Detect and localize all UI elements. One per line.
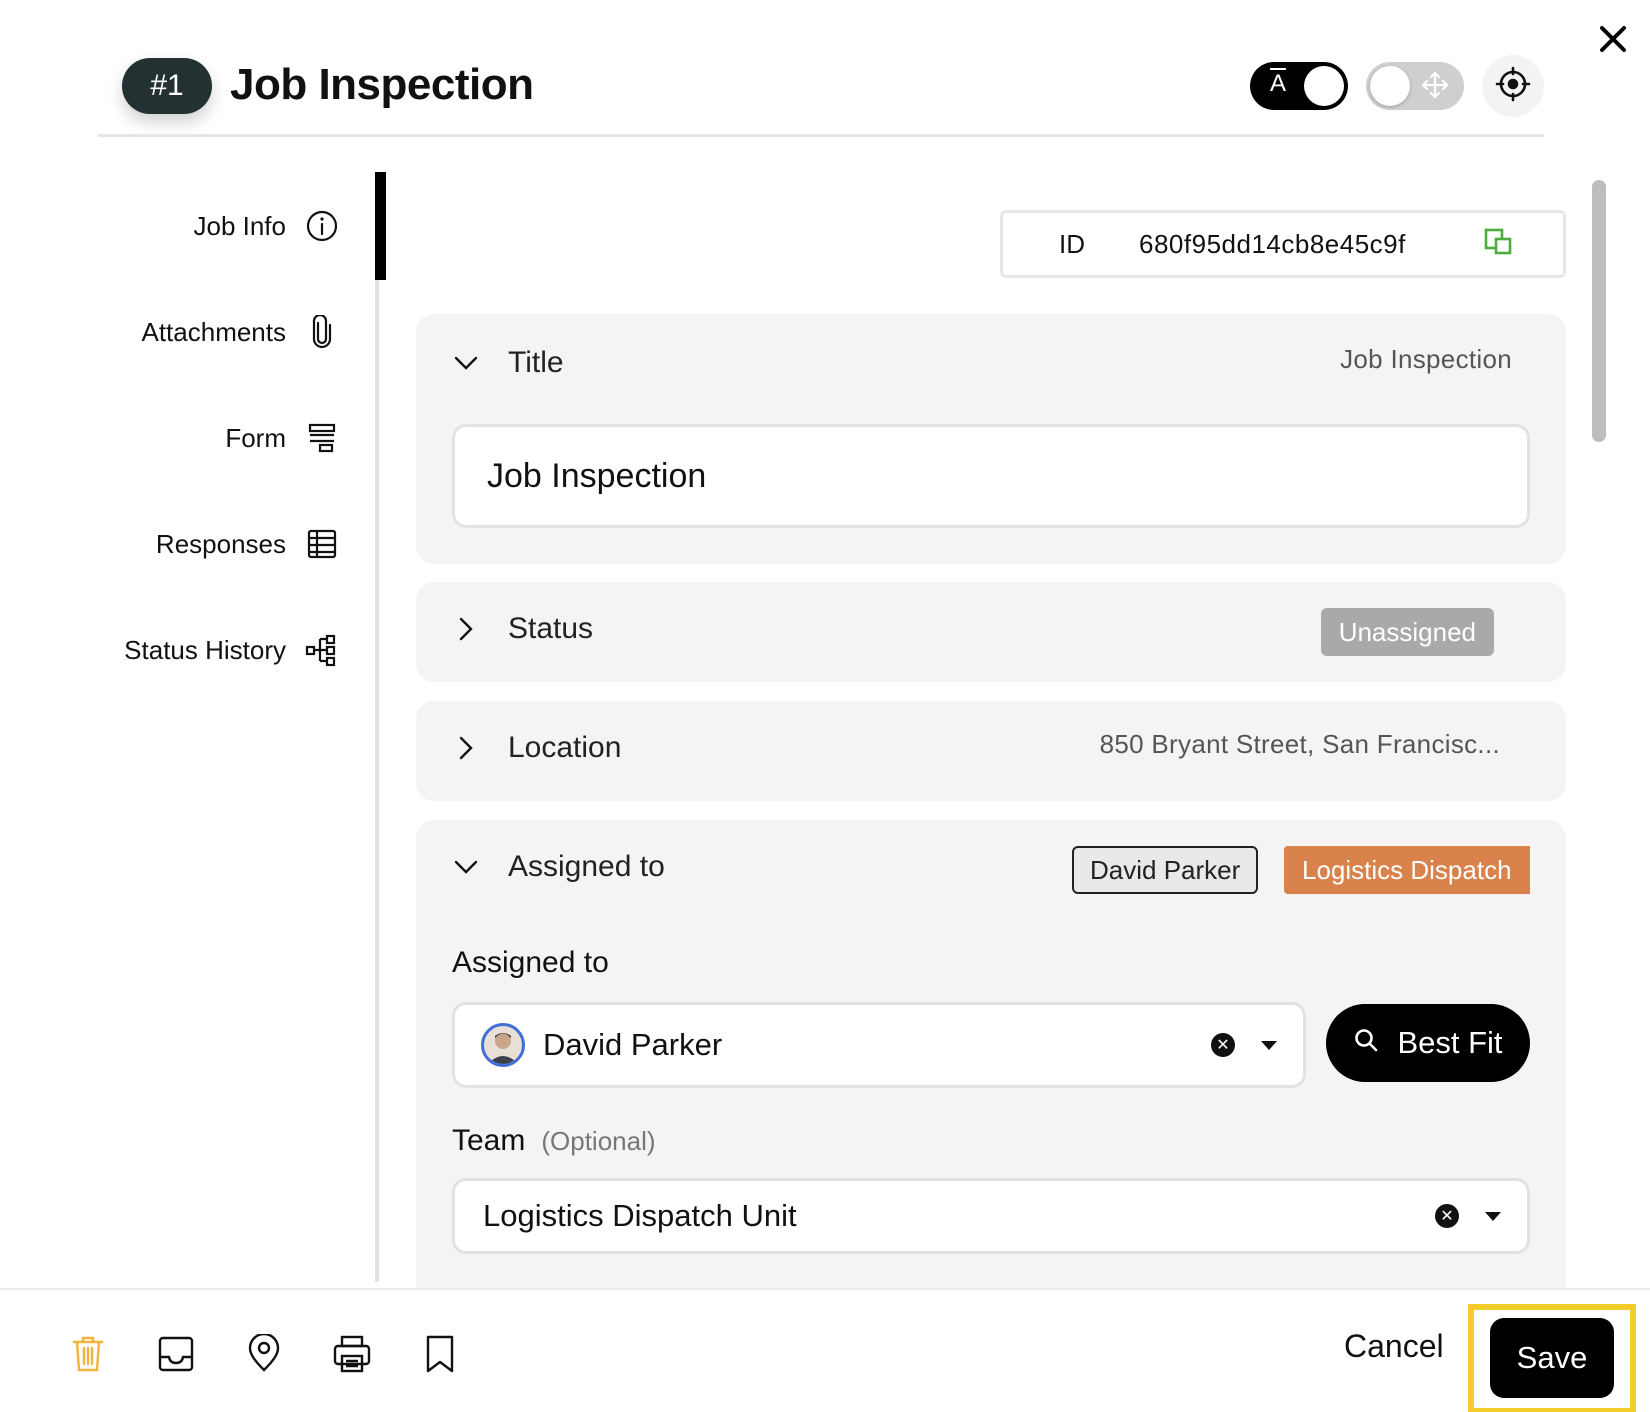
assignee-value: David Parker	[543, 1027, 723, 1062]
title-section: Title Job Inspection Job Inspection	[416, 314, 1566, 564]
cancel-button[interactable]: Cancel	[1344, 1328, 1444, 1365]
sidebar-active-indicator	[375, 172, 386, 280]
section-heading: Assigned to	[508, 850, 665, 883]
hierarchy-icon	[304, 632, 340, 668]
move-icon	[1420, 70, 1450, 105]
location-section: Location 850 Bryant Street, San Francisc…	[416, 701, 1566, 801]
crosshair-icon	[1495, 66, 1531, 107]
bookmark-icon[interactable]	[420, 1334, 460, 1374]
status-section: Status Unassigned	[416, 582, 1566, 682]
title-input[interactable]: Job Inspection	[452, 424, 1530, 528]
sidebar-item-label: Status History	[124, 634, 286, 665]
sidebar-item-job-info[interactable]: Job Info	[193, 208, 340, 244]
chevron-right-icon	[452, 734, 480, 762]
sidebar-item-form[interactable]: Form	[225, 420, 340, 456]
title-section-header[interactable]: Title	[452, 346, 564, 380]
location-summary: 850 Bryant Street, San Francisc...	[1099, 729, 1500, 759]
team-field-label: Team (Optional)	[452, 1124, 656, 1158]
header-divider	[98, 134, 1544, 137]
title-summary: Job Inspection	[1340, 344, 1512, 374]
toggle-knob	[1304, 66, 1344, 106]
sidebar-item-label: Form	[225, 422, 286, 453]
form-icon	[304, 420, 340, 456]
location-pin-icon[interactable]	[244, 1334, 284, 1374]
save-button[interactable]: Save	[1490, 1318, 1614, 1398]
optional-hint: (Optional)	[541, 1126, 656, 1156]
best-fit-label: Best Fit	[1397, 1025, 1503, 1060]
scrollbar[interactable]	[1592, 180, 1606, 442]
assignee-label-text: Assigned to	[452, 946, 609, 979]
sidebar-item-status-history[interactable]: Status History	[124, 632, 340, 668]
section-heading: Title	[508, 346, 564, 379]
sidebar-item-label: Responses	[155, 528, 286, 559]
chevron-right-icon	[452, 615, 480, 643]
team-tag: Logistics Dispatch	[1284, 846, 1530, 894]
text-mode-toggle[interactable]: A	[1250, 62, 1348, 110]
table-icon	[304, 526, 340, 562]
section-heading: Status	[508, 612, 594, 645]
paperclip-icon	[304, 314, 340, 350]
copy-icon[interactable]	[1483, 227, 1515, 266]
best-fit-button[interactable]: Best Fit	[1326, 1004, 1530, 1082]
page-title: Job Inspection	[230, 60, 534, 109]
chevron-down-icon	[452, 853, 480, 881]
caret-down-icon[interactable]	[1261, 1040, 1277, 1050]
id-label: ID	[1059, 228, 1085, 259]
clear-icon[interactable]: ✕	[1435, 1204, 1459, 1228]
footer-toolbar: Cancel Save	[0, 1288, 1650, 1412]
trash-icon[interactable]	[68, 1334, 108, 1374]
id-field: ID 680f95dd14cb8e45c9f	[1000, 210, 1566, 278]
status-badge: Unassigned	[1320, 608, 1494, 656]
section-heading: Location	[508, 731, 622, 764]
move-mode-toggle[interactable]	[1366, 62, 1464, 110]
info-icon	[304, 208, 340, 244]
toggle-knob	[1370, 66, 1410, 106]
avatar	[481, 1023, 525, 1067]
assigned-section-header[interactable]: Assigned to	[452, 850, 665, 884]
sidebar-item-label: Attachments	[141, 316, 286, 347]
locate-button[interactable]	[1482, 55, 1544, 117]
assignee-field-label: Assigned to	[452, 946, 609, 980]
id-value: 680f95dd14cb8e45c9f	[1139, 228, 1406, 259]
search-icon	[1353, 1025, 1379, 1061]
team-label-text: Team	[452, 1124, 526, 1157]
clear-icon[interactable]: ✕	[1211, 1033, 1235, 1057]
assigned-section: Assigned to David Parker Logistics Dispa…	[416, 820, 1566, 1300]
inbox-icon[interactable]	[156, 1334, 196, 1374]
chevron-down-icon	[452, 349, 480, 377]
assignee-tag: David Parker	[1072, 846, 1259, 894]
caret-down-icon[interactable]	[1485, 1211, 1501, 1221]
sidebar-item-label: Job Info	[193, 210, 286, 241]
sidebar-item-attachments[interactable]: Attachments	[141, 314, 340, 350]
assignee-select[interactable]: David Parker ✕	[452, 1002, 1306, 1088]
team-value: Logistics Dispatch Unit	[483, 1198, 797, 1233]
sidebar-item-responses[interactable]: Responses	[156, 526, 340, 562]
close-icon[interactable]	[1596, 22, 1630, 56]
job-number-badge: #1	[122, 58, 212, 114]
status-section-header[interactable]: Status	[452, 612, 593, 646]
printer-icon[interactable]	[332, 1334, 372, 1374]
sidebar-rail	[375, 172, 379, 1282]
text-format-icon: A	[1270, 70, 1287, 97]
location-section-header[interactable]: Location	[452, 731, 621, 765]
team-select[interactable]: Logistics Dispatch Unit ✕	[452, 1178, 1530, 1254]
